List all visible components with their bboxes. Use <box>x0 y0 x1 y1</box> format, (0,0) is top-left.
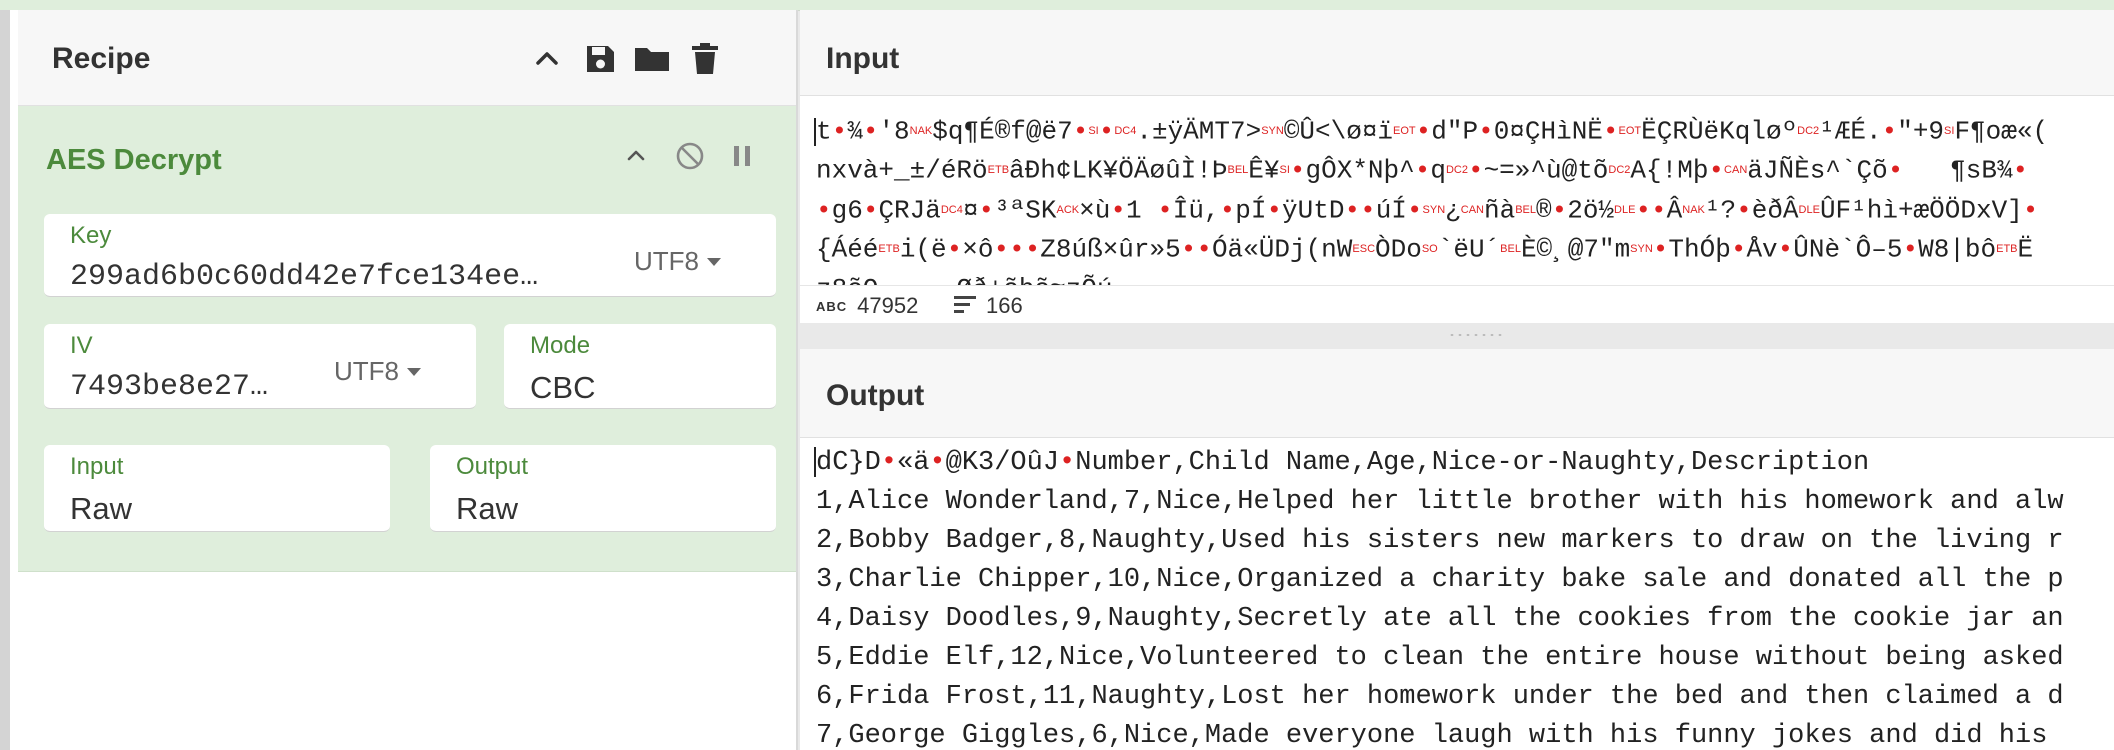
operation-aes-decrypt: AES Decrypt Key 299ad6b0c60dd42e7fce134e… <box>18 106 796 572</box>
iv-value[interactable]: 7493be8e27… <box>70 370 302 404</box>
mode-value[interactable]: CBC <box>530 370 595 406</box>
output-textarea[interactable]: dC}D•«ä•@K3/OûJ•Number,Child Name,Age,Ni… <box>800 438 2114 750</box>
output-line: 2,Bobby Badger,8,Naughty,Used his sister… <box>816 526 2064 556</box>
length-value: 47952 <box>857 293 919 318</box>
input-line: nxvà+_±/éRöETBâÐh¢LK¥ÖÄøûÌ!ÞBELÊ¥SI•gÔX*… <box>816 155 2029 186</box>
chevron-up-icon[interactable] <box>616 136 656 176</box>
output-line: 7,George Giggles,6,Nice,Made everyone la… <box>816 721 2064 750</box>
recipe-panel: Recipe AES Decrypt Key 299ad6b0c60dd42e7… <box>10 10 798 750</box>
lines-stat: 166 <box>954 293 1023 319</box>
lines-value: 166 <box>986 293 1023 318</box>
length-stat: ABC 47952 <box>816 293 918 319</box>
chevron-down-icon <box>407 367 421 376</box>
iv-encoding-label: UTF8 <box>334 356 399 386</box>
output-type-label: Output <box>456 453 529 480</box>
chevron-down-icon <box>707 257 721 266</box>
output-line: 4,Daisy Doodles,9,Naughty,Secretly ate a… <box>816 604 2064 634</box>
iv-encoding-dropdown[interactable]: UTF8 <box>334 356 421 387</box>
output-line: 5,Eddie Elf,12,Nice,Volunteered to clean… <box>816 643 2064 673</box>
input-line: z8õQ . Øð±õhõ≈zÕú... <box>800 270 2114 286</box>
disable-icon[interactable] <box>670 136 710 176</box>
mode-field[interactable]: Mode CBC <box>504 324 776 409</box>
iv-label: IV <box>70 332 93 359</box>
key-encoding-dropdown[interactable]: UTF8 <box>634 246 721 277</box>
output-pane-title: Output <box>826 379 925 412</box>
output-pane-header: Output <box>800 349 2114 438</box>
text-cursor <box>814 118 816 146</box>
input-status-bar: ABC 47952 166 <box>800 285 2114 325</box>
output-type-value[interactable]: Raw <box>456 491 518 527</box>
output-type-field[interactable]: Output Raw <box>430 445 776 532</box>
save-icon[interactable] <box>578 37 622 81</box>
input-textarea[interactable]: t•¾•'8NAK$q¶É®f@ë7•SI•DC4.±ÿÄMT7>SYN©Û<\… <box>800 96 2114 285</box>
input-pane-header: Input <box>800 10 2114 96</box>
output-line: dC}D•«ä•@K3/OûJ•Number,Child Name,Age,Ni… <box>816 448 1870 478</box>
chevron-up-icon[interactable] <box>525 37 569 81</box>
output-text-cursor <box>814 447 816 477</box>
folder-icon[interactable] <box>630 37 674 81</box>
trash-icon[interactable] <box>683 37 727 81</box>
input-type-value[interactable]: Raw <box>70 491 132 527</box>
pause-icon[interactable] <box>722 136 762 176</box>
input-line: {ÁééETBi(ë•×ô•••Z8úß×ûr»5••Óä«ÜDj(nWESCÒ… <box>816 234 2034 265</box>
left-edge-strip <box>0 10 10 750</box>
input-line: •g6•ÇRJäDC4¤•³ªSKACK×ù•1 •Îü,•pÍ•ÿUtD••ú… <box>816 195 2039 226</box>
key-encoding-label: UTF8 <box>634 246 699 276</box>
abc-length-icon: ABC <box>816 298 848 314</box>
recipe-header: Recipe <box>18 10 796 106</box>
key-field[interactable]: Key 299ad6b0c60dd42e7fce134ee… UTF8 <box>44 214 776 297</box>
mode-label: Mode <box>530 332 591 359</box>
operation-title: AES Decrypt <box>46 144 222 176</box>
input-type-field[interactable]: Input Raw <box>44 445 390 532</box>
resize-grip-icon[interactable] <box>1448 332 1506 338</box>
input-line: t•¾•'8NAK$q¶É®f@ë7•SI•DC4.±ÿÄMT7>SYN©Û<\… <box>816 116 2049 147</box>
input-type-label: Input <box>70 453 124 480</box>
output-line: 3,Charlie Chipper,10,Nice,Organized a ch… <box>816 565 2064 595</box>
key-label: Key <box>70 222 112 249</box>
output-line: 6,Frida Frost,11,Naughty,Lost her homewo… <box>816 682 2064 712</box>
lines-icon <box>954 293 976 319</box>
recipe-title: Recipe <box>52 42 151 75</box>
key-value[interactable]: 299ad6b0c60dd42e7fce134ee… <box>70 260 610 294</box>
input-pane-title: Input <box>826 42 900 75</box>
output-line: 1,Alice Wonderland,7,Nice,Helped her lit… <box>816 487 2064 517</box>
iv-field[interactable]: IV 7493be8e27… UTF8 <box>44 324 476 409</box>
